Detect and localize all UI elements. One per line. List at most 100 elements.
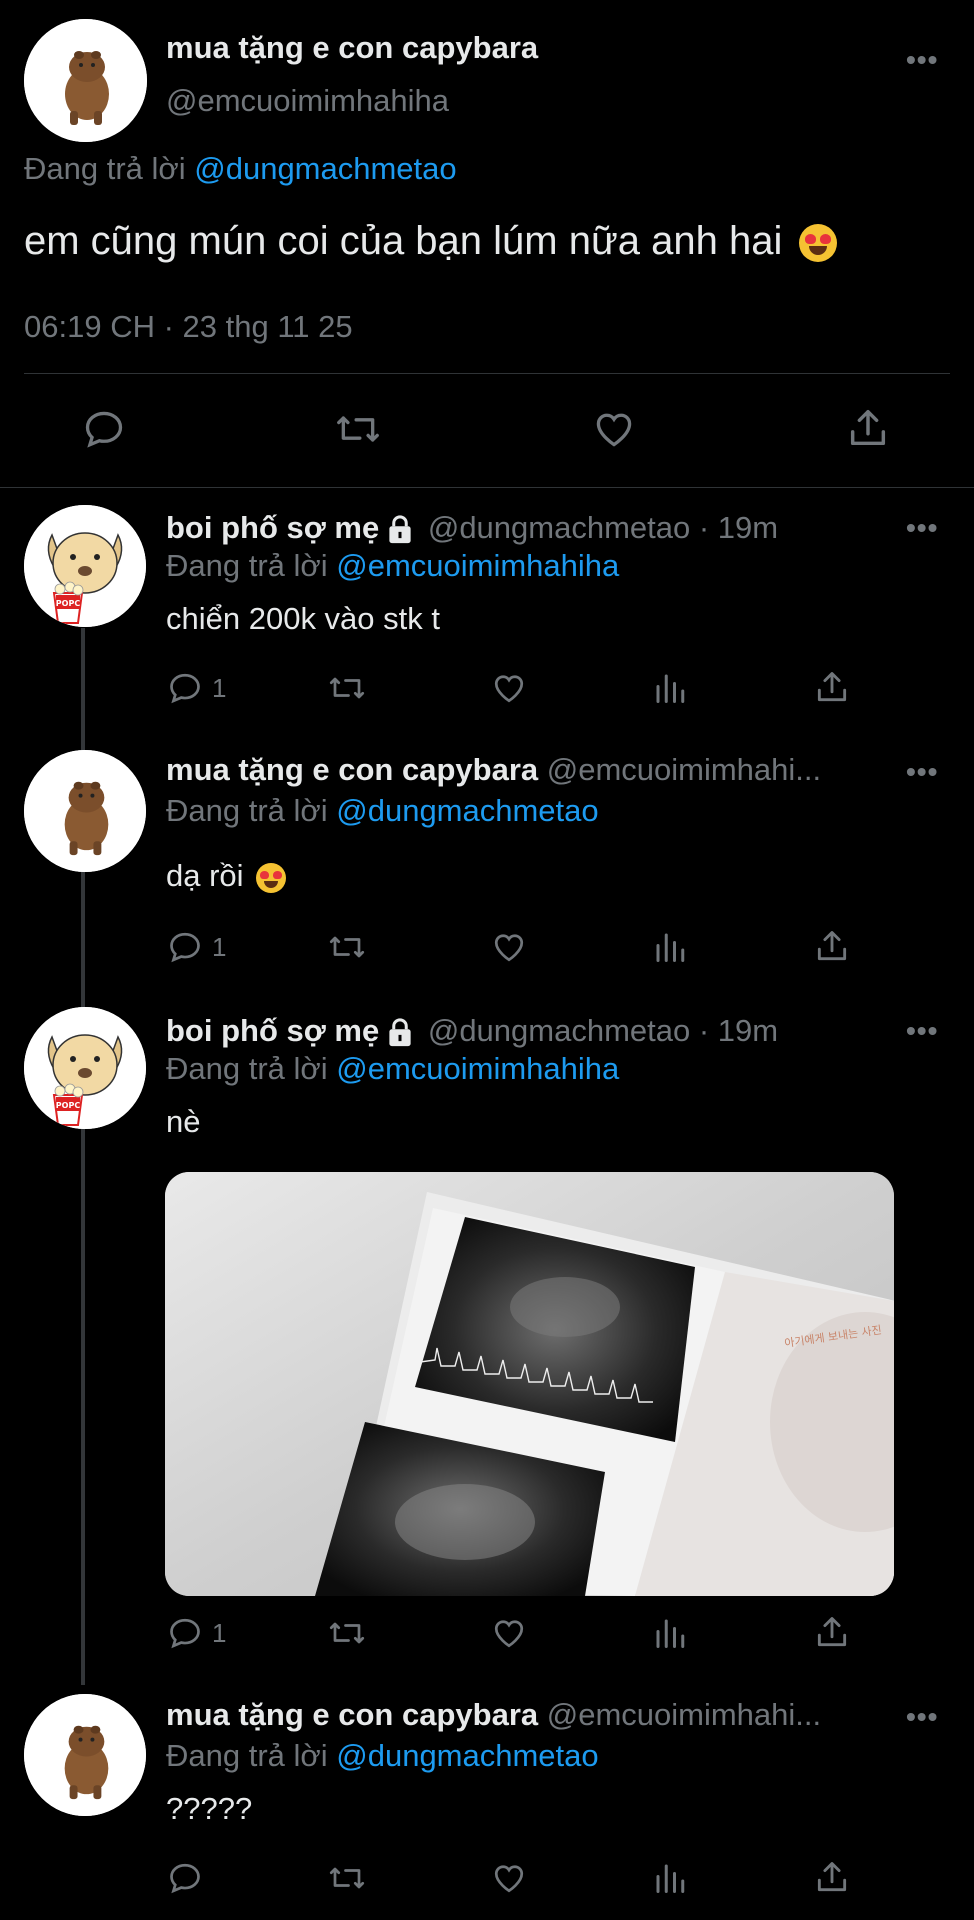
share-icon bbox=[817, 672, 847, 702]
reply-4-like-button[interactable] bbox=[490, 1860, 528, 1896]
reply-4-views-button[interactable] bbox=[652, 1860, 688, 1896]
retweet-icon bbox=[329, 1622, 365, 1644]
reply-4-name[interactable]: mua tặng e con capybara bbox=[166, 1697, 538, 1732]
reply-1-views-button[interactable] bbox=[652, 670, 688, 706]
reply-to-link[interactable]: @dungmachmetao bbox=[336, 1738, 598, 1773]
reply-to-link[interactable]: @emcuoimimhahiha bbox=[336, 1051, 619, 1086]
reply-3-like-button[interactable] bbox=[490, 1615, 528, 1651]
reply-2-reply-button[interactable]: 1 bbox=[166, 929, 226, 965]
reply-3-avatar[interactable]: POPC bbox=[24, 1007, 146, 1129]
reply-3-reply-button[interactable]: 1 bbox=[166, 1615, 226, 1651]
lock-icon bbox=[389, 1018, 411, 1046]
retweet-icon bbox=[329, 677, 365, 699]
reply-3-text: nè bbox=[166, 1104, 201, 1139]
dog-popcorn-avatar-image: POPC bbox=[24, 505, 146, 627]
reply-prefix: Đang trả lời bbox=[166, 1051, 328, 1086]
reply-1-more-button[interactable]: ••• bbox=[906, 512, 938, 544]
reply-to-link[interactable]: @dungmachmetao bbox=[194, 151, 456, 186]
like-icon bbox=[494, 934, 524, 962]
ultrasound-album-photo: 아기에게 보내는 사진 bbox=[165, 1172, 894, 1596]
reply-prefix: Đang trả lời bbox=[24, 151, 186, 186]
reply-3-retweet-button[interactable] bbox=[326, 1615, 368, 1651]
popcorn-label: POPC bbox=[56, 599, 81, 608]
views-icon bbox=[656, 1619, 685, 1648]
reply-prefix: Đang trả lời bbox=[166, 793, 328, 828]
reply-2-header: mua tặng e con capybara @emcuoimimhahi..… bbox=[166, 752, 821, 788]
reply-1-avatar[interactable]: POPC bbox=[24, 505, 146, 627]
reply-1-text: chiển 200k vào stk t bbox=[166, 601, 440, 636]
main-reply-button[interactable] bbox=[81, 407, 127, 451]
retweet-icon bbox=[329, 936, 365, 958]
reply-1-name[interactable]: boi phố sợ mẹ bbox=[166, 510, 379, 545]
reply-3-share-button[interactable] bbox=[813, 1613, 851, 1651]
reply-2-retweet-button[interactable] bbox=[326, 929, 368, 965]
popcorn-label: POPC bbox=[56, 1101, 81, 1110]
main-more-button[interactable]: ••• bbox=[906, 44, 938, 76]
reply-4-header: mua tặng e con capybara @emcuoimimhahi..… bbox=[166, 1697, 821, 1733]
capybara-avatar-image bbox=[24, 750, 146, 872]
reply-4-retweet-button[interactable] bbox=[326, 1860, 368, 1896]
reply-3-name[interactable]: boi phố sợ mẹ bbox=[166, 1013, 379, 1048]
reply-count: 1 bbox=[212, 931, 227, 962]
reply-1-time[interactable]: · 19m bbox=[699, 510, 778, 545]
reply-prefix: Đang trả lời bbox=[166, 548, 328, 583]
share-icon bbox=[817, 1617, 847, 1647]
reply-4-text: ????? bbox=[166, 1791, 253, 1826]
dog-popcorn-avatar-image: POPC bbox=[24, 1007, 146, 1129]
reply-2-text: dạ rồi bbox=[166, 858, 287, 894]
reply-3-more-button[interactable]: ••• bbox=[906, 1015, 938, 1047]
main-retweet-button[interactable] bbox=[332, 407, 384, 451]
main-share-button[interactable] bbox=[845, 405, 891, 451]
reply-2-views-button[interactable] bbox=[652, 929, 688, 965]
reply-2-avatar[interactable] bbox=[24, 750, 146, 872]
retweet-icon bbox=[337, 416, 379, 442]
reply-1-like-button[interactable] bbox=[490, 670, 528, 706]
reply-1-handle[interactable]: @dungmachmetao bbox=[428, 510, 690, 545]
reply-4-more-button[interactable]: ••• bbox=[906, 1701, 938, 1733]
reply-2-more-button[interactable]: ••• bbox=[906, 756, 938, 788]
main-timestamp[interactable]: 06:19 CH · 23 thg 11 25 bbox=[24, 309, 353, 345]
retweet-icon bbox=[329, 1867, 365, 1889]
reply-4-handle[interactable]: @emcuoimimhahi... bbox=[547, 1697, 821, 1732]
share-icon bbox=[817, 1862, 847, 1892]
reply-3-context: Đang trả lời @emcuoimimhahiha bbox=[166, 1051, 619, 1087]
reply-to-link[interactable]: @emcuoimimhahiha bbox=[336, 548, 619, 583]
main-author-handle[interactable]: @emcuoimimhahiha bbox=[166, 83, 449, 119]
reply-2-like-button[interactable] bbox=[490, 929, 528, 965]
reply-1-retweet-button[interactable] bbox=[326, 670, 368, 706]
views-icon bbox=[656, 933, 685, 962]
main-author-avatar[interactable] bbox=[24, 19, 147, 142]
reply-4-reply-button[interactable] bbox=[166, 1860, 204, 1896]
reply-4-avatar[interactable] bbox=[24, 1694, 146, 1816]
share-icon bbox=[817, 931, 847, 961]
reply-prefix: Đang trả lời bbox=[166, 1738, 328, 1773]
reply-icon bbox=[170, 1618, 200, 1649]
main-like-button[interactable] bbox=[591, 407, 637, 451]
reply-count: 1 bbox=[212, 672, 227, 703]
views-icon bbox=[656, 674, 685, 703]
divider bbox=[0, 487, 974, 488]
reply-icon bbox=[170, 932, 200, 963]
reply-3-header: boi phố sợ mẹ @dungmachmetao · 19m bbox=[166, 1013, 778, 1049]
reply-3-photo[interactable]: 아기에게 보내는 사진 bbox=[165, 1172, 894, 1596]
reply-1-reply-button[interactable]: 1 bbox=[166, 670, 226, 706]
lock-icon bbox=[389, 515, 411, 543]
reply-3-views-button[interactable] bbox=[652, 1615, 688, 1651]
reply-2-name[interactable]: mua tặng e con capybara bbox=[166, 752, 538, 787]
like-icon bbox=[596, 413, 632, 447]
reply-4-share-button[interactable] bbox=[813, 1858, 851, 1896]
main-author-name[interactable]: mua tặng e con capybara bbox=[166, 30, 538, 66]
reply-2-share-button[interactable] bbox=[813, 927, 851, 965]
capybara-avatar-image bbox=[24, 19, 147, 142]
reply-1-share-button[interactable] bbox=[813, 668, 851, 706]
like-icon bbox=[494, 675, 524, 703]
reply-3-handle[interactable]: @dungmachmetao bbox=[428, 1013, 690, 1048]
reply-to-link[interactable]: @dungmachmetao bbox=[336, 793, 598, 828]
reply-4-context: Đang trả lời @dungmachmetao bbox=[166, 1738, 599, 1774]
like-icon bbox=[494, 1865, 524, 1893]
reply-icon bbox=[170, 1863, 200, 1894]
reply-2-handle[interactable]: @emcuoimimhahi... bbox=[547, 752, 821, 787]
reply-3-time[interactable]: · 19m bbox=[699, 1013, 778, 1048]
heart-eyes-emoji bbox=[256, 862, 287, 893]
views-icon bbox=[656, 1864, 685, 1893]
